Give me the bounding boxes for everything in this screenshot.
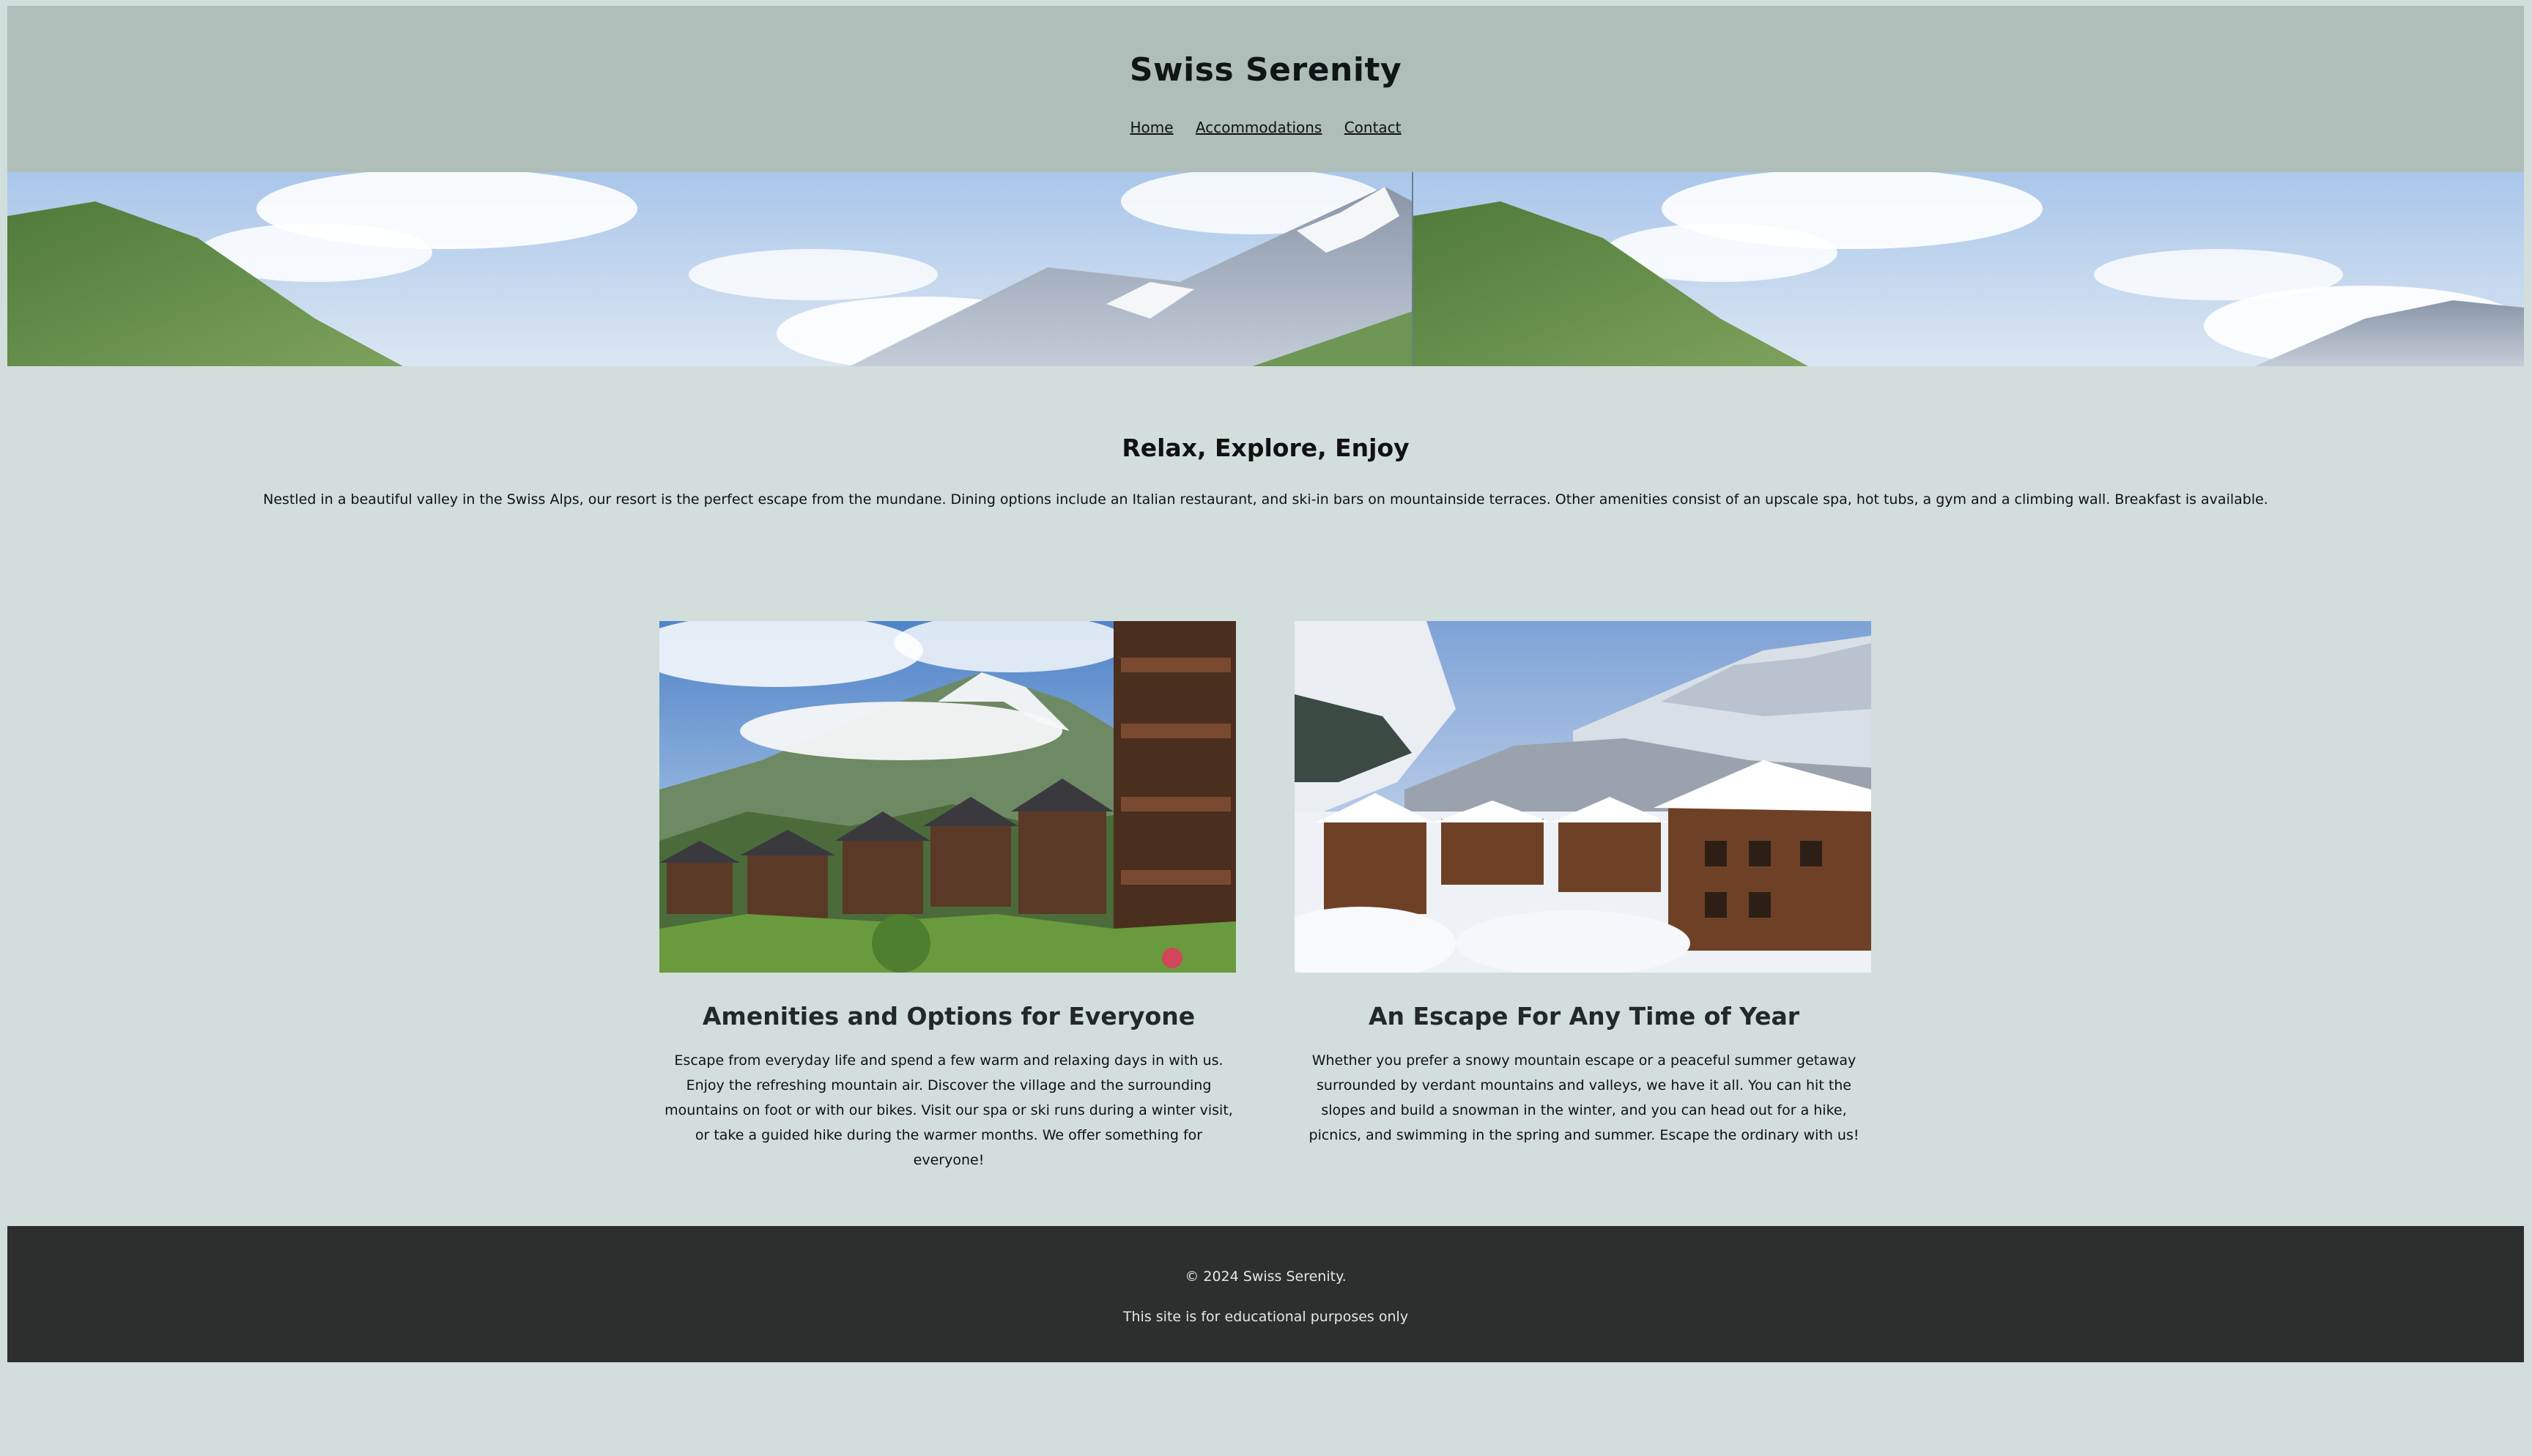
banner-tile-2 [1413, 172, 2524, 366]
banner-tile-1 [7, 172, 1413, 366]
page-frame: Swiss Serenity Home Accommodations Conta… [7, 6, 2524, 1362]
site-header: Swiss Serenity Home Accommodations Conta… [7, 6, 2524, 172]
intro-text: Nestled in a beautiful valley in the Swi… [263, 491, 2268, 508]
intro-heading: Relax, Explore, Enjoy [1122, 434, 1410, 462]
seasons-card: An Escape For Any Time of Year Whether y… [1295, 621, 1873, 1148]
footer-copyright: © 2024 Swiss Serenity. [1185, 1269, 1347, 1285]
nav-link-home[interactable]: Home [1130, 119, 1173, 136]
nav-link-contact[interactable]: Contact [1344, 119, 1402, 136]
village-summer-image [659, 621, 1236, 973]
nav-link-accommodations[interactable]: Accommodations [1196, 119, 1322, 136]
hero-banner-image [7, 172, 2524, 366]
amenities-card: Amenities and Options for Everyone Escap… [659, 621, 1238, 1173]
card-heading: An Escape For Any Time of Year [1368, 1002, 1800, 1030]
village-winter-image [1295, 621, 1871, 973]
card-text: Escape from everyday life and spend a fe… [665, 1052, 1233, 1168]
card-heading: Amenities and Options for Everyone [702, 1002, 1196, 1030]
card-text: Whether you prefer a snowy mountain esca… [1308, 1052, 1859, 1143]
site-title: Swiss Serenity [1129, 51, 1402, 89]
footer-note: This site is for educational purposes on… [1122, 1309, 1409, 1325]
main-nav: Home Accommodations Contact [7, 119, 2524, 136]
site-footer: © 2024 Swiss Serenity. This site is for … [7, 1226, 2524, 1362]
